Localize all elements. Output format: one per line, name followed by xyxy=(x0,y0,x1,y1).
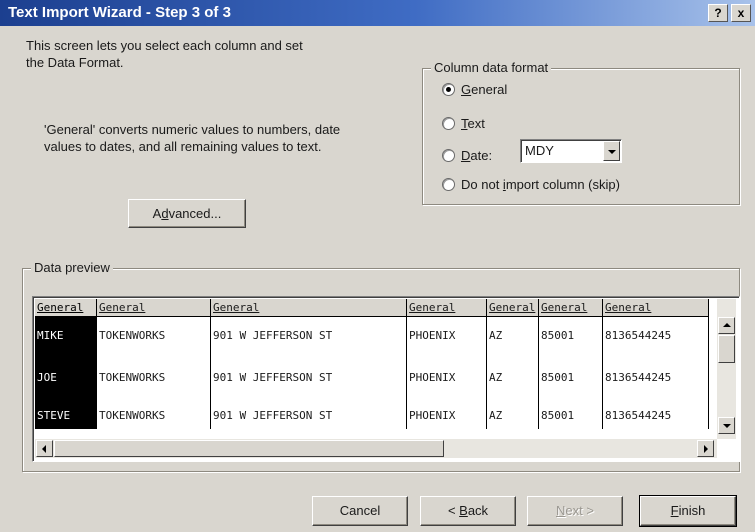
radio-text[interactable]: Text xyxy=(442,116,485,131)
back-button[interactable]: < Back xyxy=(420,496,516,526)
intro-text: This screen lets you select each column … xyxy=(26,37,303,71)
horizontal-scrollbar[interactable] xyxy=(35,439,717,458)
data-preview-legend: Data preview xyxy=(31,260,113,275)
radio-skip-label: Do not import column (skip) xyxy=(461,177,620,192)
table-cell: JOE xyxy=(37,371,57,384)
table-cell: AZ xyxy=(489,329,503,342)
radio-date-accel: D xyxy=(461,148,471,163)
finish-label-rest: inish xyxy=(678,503,706,518)
radio-skip-circle[interactable] xyxy=(442,178,455,191)
advanced-label-rest: vanced... xyxy=(168,206,222,221)
date-format-value: MDY xyxy=(525,143,554,158)
scroll-left-icon[interactable] xyxy=(36,440,53,457)
table-cell: PHOENIX xyxy=(409,329,456,342)
finish-label-accel: F xyxy=(670,503,679,518)
help-button[interactable]: ? xyxy=(708,4,728,22)
table-cell: TOKENWORKS xyxy=(99,371,166,384)
table-cell: 901 W JEFFERSON ST xyxy=(213,409,333,422)
column-header[interactable]: General xyxy=(603,299,709,317)
radio-date-circle[interactable] xyxy=(442,149,455,162)
radio-date[interactable]: Date: xyxy=(442,148,492,163)
scroll-right-icon[interactable] xyxy=(697,440,714,457)
radio-general-circle[interactable] xyxy=(442,83,455,96)
scroll-down-icon[interactable] xyxy=(718,417,735,434)
column-header[interactable]: General xyxy=(539,299,603,317)
radio-text-rest: ext xyxy=(467,116,485,131)
table-row: MIKE TOKENWORKS 901 W JEFFERSON ST PHOEN… xyxy=(35,327,709,345)
radio-text-circle[interactable] xyxy=(442,117,455,130)
explanation-line-1: 'General' converts numeric values to num… xyxy=(44,122,341,137)
radio-skip-rest: mport column (skip) xyxy=(505,177,620,192)
table-cell: STEVE xyxy=(37,409,71,422)
table-cell: MIKE xyxy=(37,329,64,342)
intro-line-2: the Data Format. xyxy=(26,55,124,70)
radio-date-label: Date: xyxy=(461,148,492,163)
radio-general-label: General xyxy=(461,82,507,97)
advanced-label-d: d xyxy=(161,206,169,221)
table-cell: 8136544245 xyxy=(605,329,672,342)
explanation-line-2: values to dates, and all remaining value… xyxy=(44,139,322,154)
title-bar: Text Import Wizard - Step 3 of 3 ? x xyxy=(0,0,755,26)
header-row: General General General General General … xyxy=(35,299,709,317)
table-row: JOE TOKENWORKS 901 W JEFFERSON ST PHOENI… xyxy=(35,369,709,387)
general-explanation: 'General' converts numeric values to num… xyxy=(44,121,340,155)
chevron-down-icon[interactable] xyxy=(603,141,620,161)
table-cell: AZ xyxy=(489,371,503,384)
finish-button[interactable]: Finish xyxy=(639,495,737,527)
table-cell: 8136544245 xyxy=(605,409,672,422)
column-header[interactable]: General xyxy=(97,299,211,317)
close-button[interactable]: x xyxy=(731,4,751,22)
data-preview-pane[interactable]: General General General General General … xyxy=(32,296,740,462)
window-title: Text Import Wizard - Step 3 of 3 xyxy=(8,4,231,21)
scroll-up-icon[interactable] xyxy=(718,317,735,334)
advanced-button[interactable]: Advanced... xyxy=(128,199,246,228)
date-format-select[interactable]: MDY xyxy=(520,139,622,163)
column-format-legend: Column data format xyxy=(431,60,552,75)
table-cell: TOKENWORKS xyxy=(99,329,166,342)
table-cell: AZ xyxy=(489,409,503,422)
next-label-accel: N xyxy=(556,503,566,518)
radio-date-rest: ate: xyxy=(470,148,493,163)
back-label-pre: < xyxy=(447,503,460,518)
table-cell: PHOENIX xyxy=(409,409,456,422)
back-label-rest: ack xyxy=(467,503,489,518)
table-cell: PHOENIX xyxy=(409,371,456,384)
radio-text-label: Text xyxy=(461,116,485,131)
back-label-accel: B xyxy=(459,503,468,518)
column-header[interactable]: General xyxy=(35,299,97,317)
table-cell: TOKENWORKS xyxy=(99,409,166,422)
next-button[interactable]: Next > xyxy=(527,496,623,526)
column-header[interactable]: General xyxy=(487,299,539,317)
column-header[interactable]: General xyxy=(211,299,407,317)
table-cell: 901 W JEFFERSON ST xyxy=(213,371,333,384)
radio-general-accel: G xyxy=(461,82,472,97)
radio-general-rest: eneral xyxy=(471,82,508,97)
vertical-scroll-thumb[interactable] xyxy=(718,335,735,363)
horizontal-scroll-thumb[interactable] xyxy=(54,440,444,457)
intro-line-1: This screen lets you select each column … xyxy=(26,38,303,53)
table-cell: 85001 xyxy=(541,371,575,384)
cancel-button[interactable]: Cancel xyxy=(312,496,408,526)
table-cell: 85001 xyxy=(541,409,575,422)
vertical-scrollbar[interactable] xyxy=(717,299,736,439)
radio-skip-pre: Do not xyxy=(461,177,503,192)
table-row: STEVE TOKENWORKS 901 W JEFFERSON ST PHOE… xyxy=(35,407,709,425)
radio-skip[interactable]: Do not import column (skip) xyxy=(442,177,620,192)
table-cell: 8136544245 xyxy=(605,371,672,384)
table-cell: 85001 xyxy=(541,329,575,342)
table-cell: 901 W JEFFERSON ST xyxy=(213,329,333,342)
radio-general[interactable]: General xyxy=(442,82,507,97)
next-label-rest: ext > xyxy=(565,503,594,518)
column-header[interactable]: General xyxy=(407,299,487,317)
